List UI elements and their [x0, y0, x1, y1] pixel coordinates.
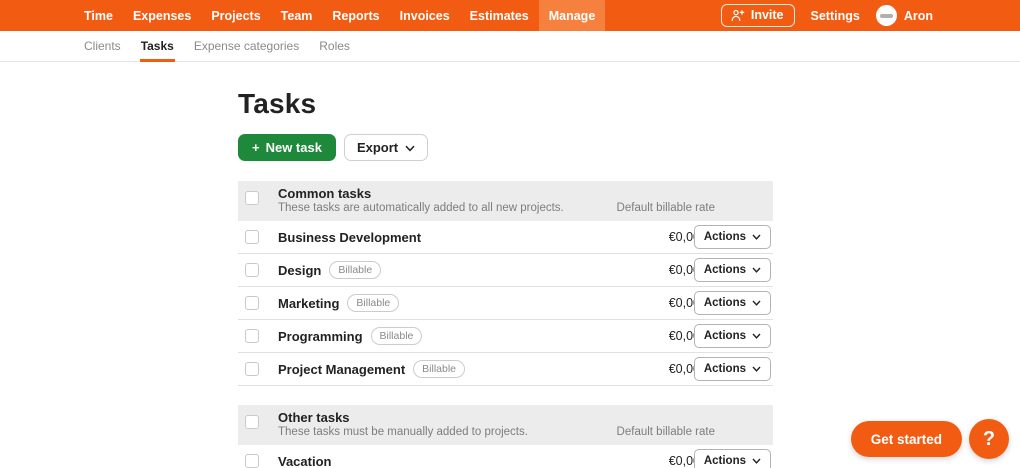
- nav-item-estimates[interactable]: Estimates: [460, 0, 539, 31]
- task-name: Project Management: [278, 361, 406, 377]
- actions-label: Actions: [703, 330, 746, 342]
- section-titles: Common tasks These tasks are automatical…: [278, 186, 564, 215]
- select-all-other-checkbox[interactable]: [245, 415, 259, 429]
- get-started-button[interactable]: Get started: [850, 421, 962, 457]
- actions-dropdown-button[interactable]: Actions: [693, 324, 771, 348]
- new-task-button[interactable]: + New task: [238, 134, 336, 161]
- actions-label: Actions: [703, 264, 746, 276]
- row-checkbox[interactable]: [245, 263, 259, 277]
- task-name: Marketing: [278, 295, 340, 311]
- rate-column-header: Default billable rate: [616, 202, 715, 214]
- user-name: Aron: [903, 8, 933, 23]
- export-label: Export: [356, 140, 399, 155]
- actions-dropdown-button[interactable]: Actions: [693, 449, 771, 468]
- nav-item-projects[interactable]: Projects: [201, 0, 270, 31]
- billable-badge: Billable: [347, 294, 400, 312]
- main-nav: Time Expenses Projects Team Reports Invo…: [74, 0, 606, 31]
- invite-label: Invite: [750, 8, 784, 22]
- section-title: Other tasks: [278, 410, 350, 425]
- billable-badge: Billable: [329, 261, 382, 279]
- nav-item-expenses[interactable]: Expenses: [123, 0, 201, 31]
- section-titles: Other tasks These tasks must be manually…: [278, 410, 528, 439]
- section-common-tasks: Common tasks These tasks are automatical…: [238, 181, 773, 386]
- row-checkbox[interactable]: [245, 329, 259, 343]
- chevron-down-icon: [405, 140, 415, 155]
- chevron-down-icon: [752, 264, 761, 276]
- row-checkbox[interactable]: [245, 230, 259, 244]
- help-button[interactable]: ?: [969, 419, 1009, 459]
- page-title: Tasks: [238, 88, 317, 119]
- actions-dropdown-button[interactable]: Actions: [693, 258, 771, 282]
- manage-subnav: Clients Tasks Expense categories Roles: [0, 31, 1020, 62]
- actions-dropdown-button[interactable]: Actions: [693, 225, 771, 249]
- task-name: Vacation: [278, 453, 332, 468]
- new-task-label: New task: [265, 140, 322, 155]
- billable-badge: Billable: [370, 327, 423, 345]
- main-content: Tasks + New task Export Common tasks The…: [0, 88, 775, 468]
- export-button[interactable]: Export: [343, 134, 429, 161]
- chevron-down-icon: [752, 231, 761, 243]
- invite-button[interactable]: Invite: [720, 4, 795, 27]
- section-subtitle: These tasks are automatically added to a…: [278, 202, 564, 214]
- task-name: Business Development: [278, 229, 422, 245]
- person-plus-icon: [731, 9, 745, 22]
- actions-label: Actions: [703, 455, 746, 467]
- section-other-tasks: Other tasks These tasks must be manually…: [238, 405, 773, 468]
- actions-label: Actions: [703, 297, 746, 309]
- actions-dropdown-button[interactable]: Actions: [693, 291, 771, 315]
- top-navigation-bar: Time Expenses Projects Team Reports Invo…: [0, 0, 1020, 31]
- chevron-down-icon: [752, 363, 761, 375]
- billable-badge: Billable: [413, 360, 466, 378]
- actions-dropdown-button[interactable]: Actions: [693, 357, 771, 381]
- nav-item-manage[interactable]: Manage: [538, 0, 606, 31]
- table-row: Design Billable €0,00 Actions: [238, 254, 773, 287]
- tasks-table: Common tasks These tasks are automatical…: [238, 181, 773, 468]
- subnav-item-expense-categories[interactable]: Expense categories: [184, 31, 309, 61]
- row-checkbox[interactable]: [245, 296, 259, 310]
- subnav-item-tasks[interactable]: Tasks: [131, 31, 184, 62]
- row-checkbox[interactable]: [245, 362, 259, 376]
- row-checkbox[interactable]: [245, 454, 259, 468]
- toolbar: + New task Export: [238, 134, 775, 161]
- topbar-right-group: Invite Settings Aron: [720, 0, 1020, 31]
- user-menu[interactable]: Aron: [875, 5, 933, 26]
- actions-label: Actions: [703, 363, 746, 375]
- nav-item-reports[interactable]: Reports: [322, 0, 389, 31]
- actions-label: Actions: [703, 231, 746, 243]
- avatar: [875, 5, 897, 26]
- task-name: Design: [278, 262, 322, 278]
- table-row: Business Development €0,00 Actions: [238, 221, 773, 254]
- task-name: Programming: [278, 328, 363, 344]
- nav-item-team[interactable]: Team: [271, 0, 323, 31]
- section-header: Common tasks These tasks are automatical…: [238, 181, 773, 221]
- chevron-down-icon: [752, 330, 761, 342]
- table-row: Marketing Billable €0,00 Actions: [238, 287, 773, 320]
- chevron-down-icon: [752, 297, 761, 309]
- section-subtitle: These tasks must be manually added to pr…: [278, 426, 528, 438]
- section-header: Other tasks These tasks must be manually…: [238, 405, 773, 445]
- section-title: Common tasks: [278, 186, 372, 201]
- table-row: Vacation €0,00 Actions: [238, 445, 773, 468]
- rate-column-header: Default billable rate: [616, 426, 715, 438]
- settings-link[interactable]: Settings: [811, 9, 860, 23]
- nav-item-invoices[interactable]: Invoices: [390, 0, 460, 31]
- table-row: Project Management Billable €0,00 Action…: [238, 353, 773, 386]
- select-all-common-checkbox[interactable]: [245, 191, 259, 205]
- plus-icon: +: [252, 140, 260, 155]
- table-row: Programming Billable €0,00 Actions: [238, 320, 773, 353]
- nav-item-time[interactable]: Time: [74, 0, 123, 31]
- subnav-item-clients[interactable]: Clients: [74, 31, 131, 61]
- subnav-item-roles[interactable]: Roles: [309, 31, 360, 61]
- chevron-down-icon: [752, 455, 761, 467]
